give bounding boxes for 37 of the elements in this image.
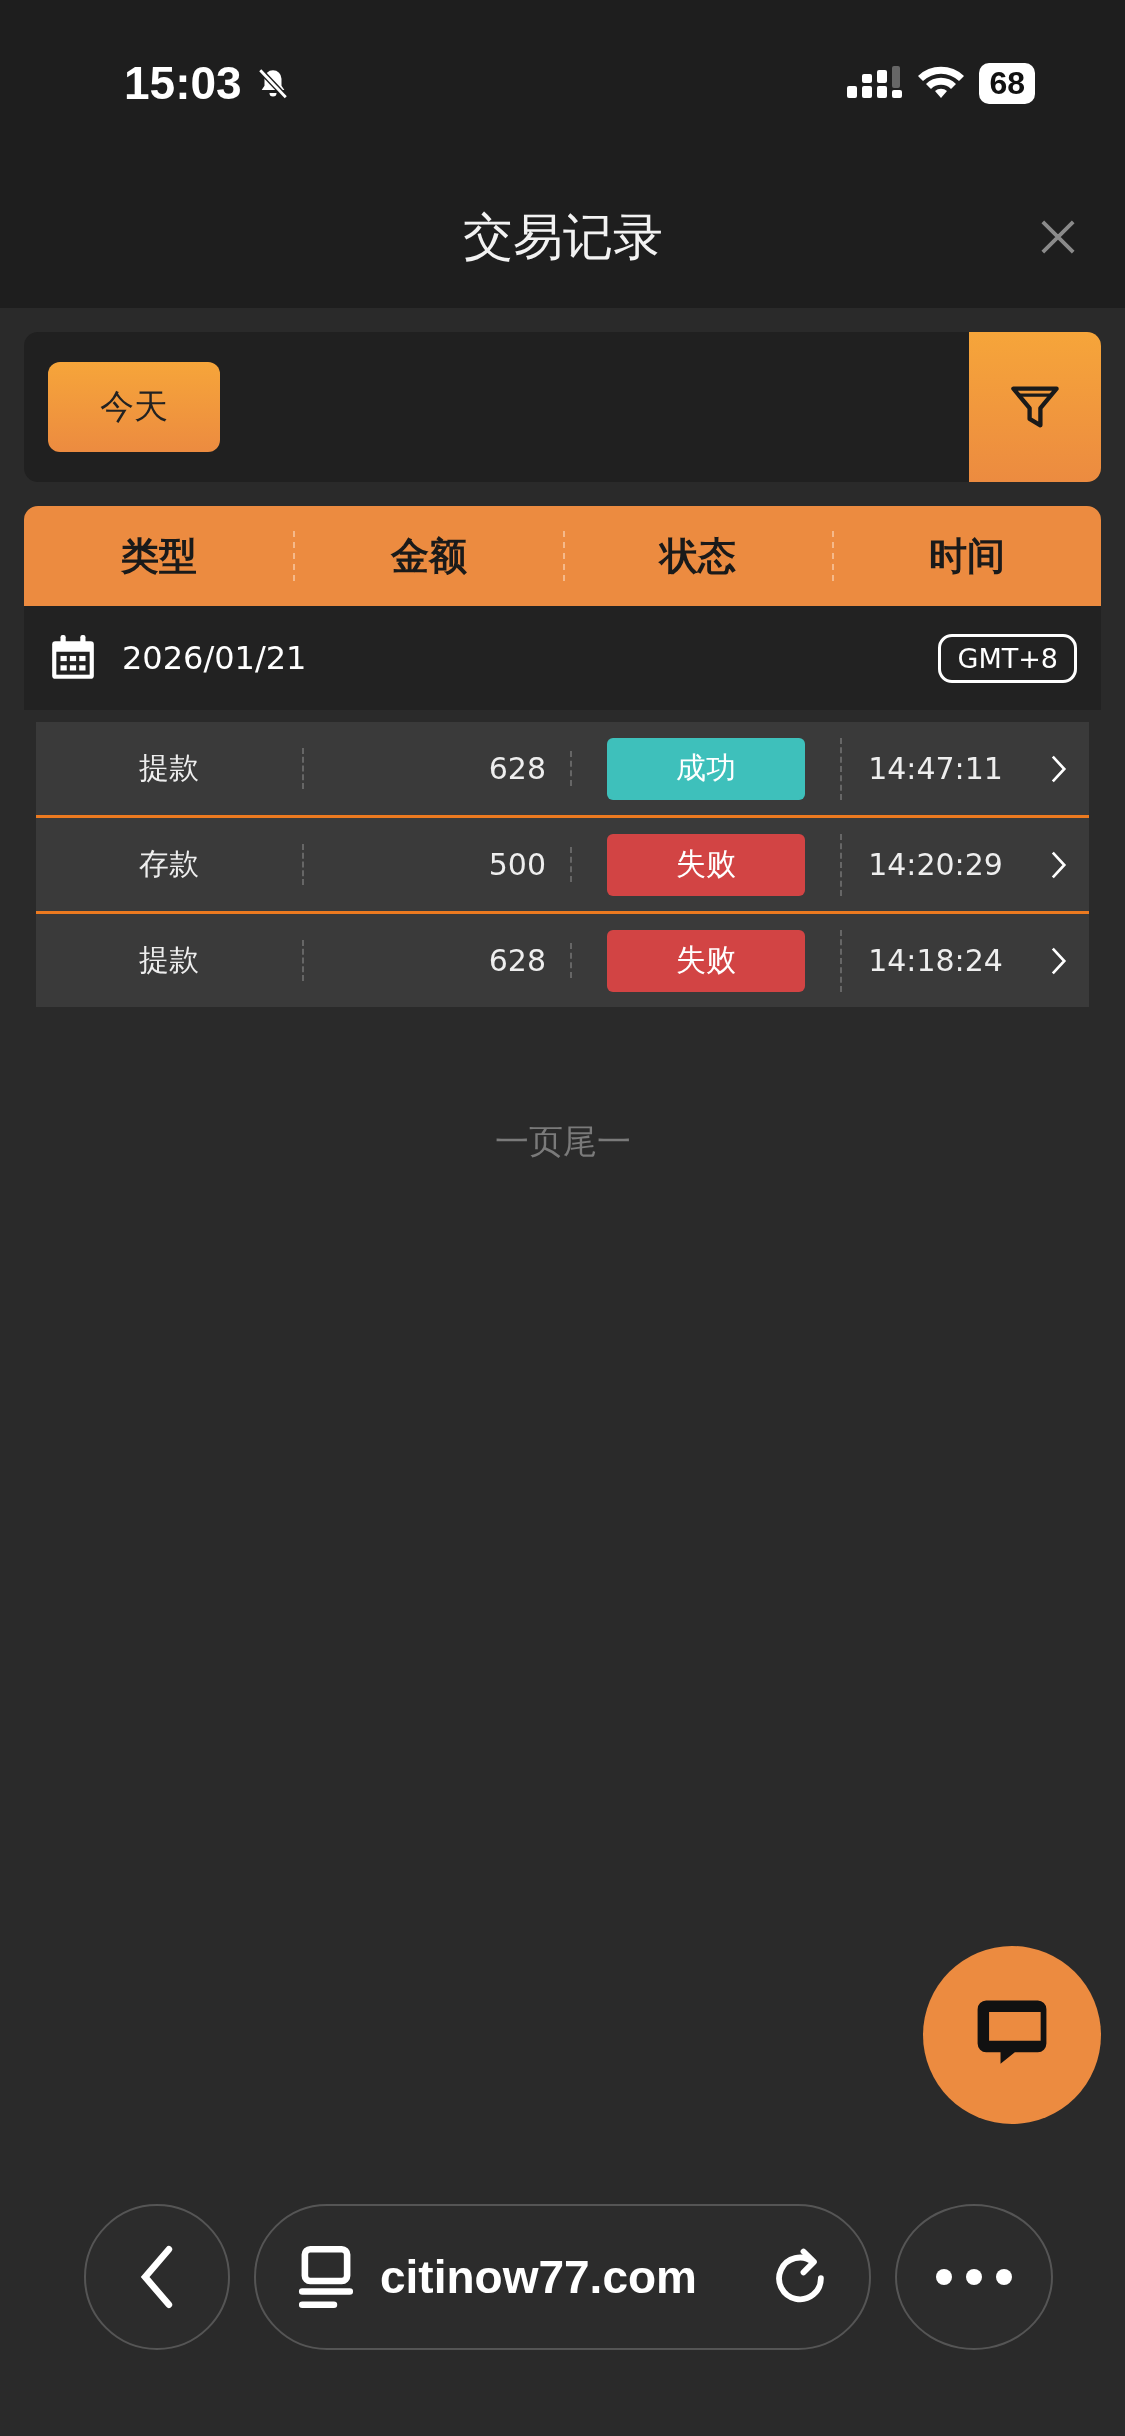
- status-tag: 失败: [607, 833, 805, 896]
- amount-cell: 628: [304, 751, 572, 786]
- filter-button[interactable]: [969, 332, 1101, 482]
- address-bar[interactable]: citinow77.com: [254, 2204, 871, 2350]
- column-header: 时间: [831, 531, 1101, 581]
- url-text: citinow77.com: [380, 2250, 698, 2304]
- wifi-icon: [917, 66, 966, 100]
- transaction-row[interactable]: 提款 628 成功 14:47:11: [36, 722, 1089, 815]
- more-icon: [934, 2267, 1014, 2287]
- close-icon[interactable]: [1039, 218, 1077, 256]
- amount-cell: 500: [304, 847, 572, 882]
- transaction-row[interactable]: 提款 628 失败 14:18:24: [36, 911, 1089, 1007]
- type-cell: 提款: [36, 748, 304, 789]
- amount-cell: 628: [304, 943, 572, 978]
- battery-indicator: 68: [979, 62, 1035, 104]
- status-tag: 成功: [607, 737, 805, 800]
- status-tag: 失败: [607, 929, 805, 992]
- type-cell: 提款: [36, 940, 304, 981]
- column-header: 金额: [293, 531, 563, 581]
- timezone-tag: GMT+8: [938, 633, 1077, 683]
- time-cell-text: 14:47:11: [867, 751, 1004, 786]
- page-title: 交易记录: [462, 206, 663, 268]
- chevron-right-icon[interactable]: [1050, 849, 1068, 880]
- column-header: 状态: [562, 531, 832, 581]
- date-label: 2026/01/21: [122, 639, 308, 677]
- chevron-right-icon[interactable]: [1050, 753, 1068, 784]
- signal-icon: [847, 66, 904, 100]
- end-of-list-text: 一页尾一: [494, 1120, 631, 1163]
- chevron-right-icon[interactable]: [1050, 945, 1068, 976]
- column-header: 类型: [119, 533, 198, 580]
- status-time: 15:03: [124, 56, 242, 110]
- time-cell-text: 14:20:29: [867, 847, 1004, 882]
- type-cell: 存款: [36, 844, 304, 885]
- transaction-row[interactable]: 存款 500 失败 14:20:29: [36, 815, 1089, 911]
- date-filter-button[interactable]: 今天: [48, 362, 220, 452]
- reader-icon: [296, 2244, 356, 2310]
- time-cell-text: 14:18:24: [867, 943, 1004, 978]
